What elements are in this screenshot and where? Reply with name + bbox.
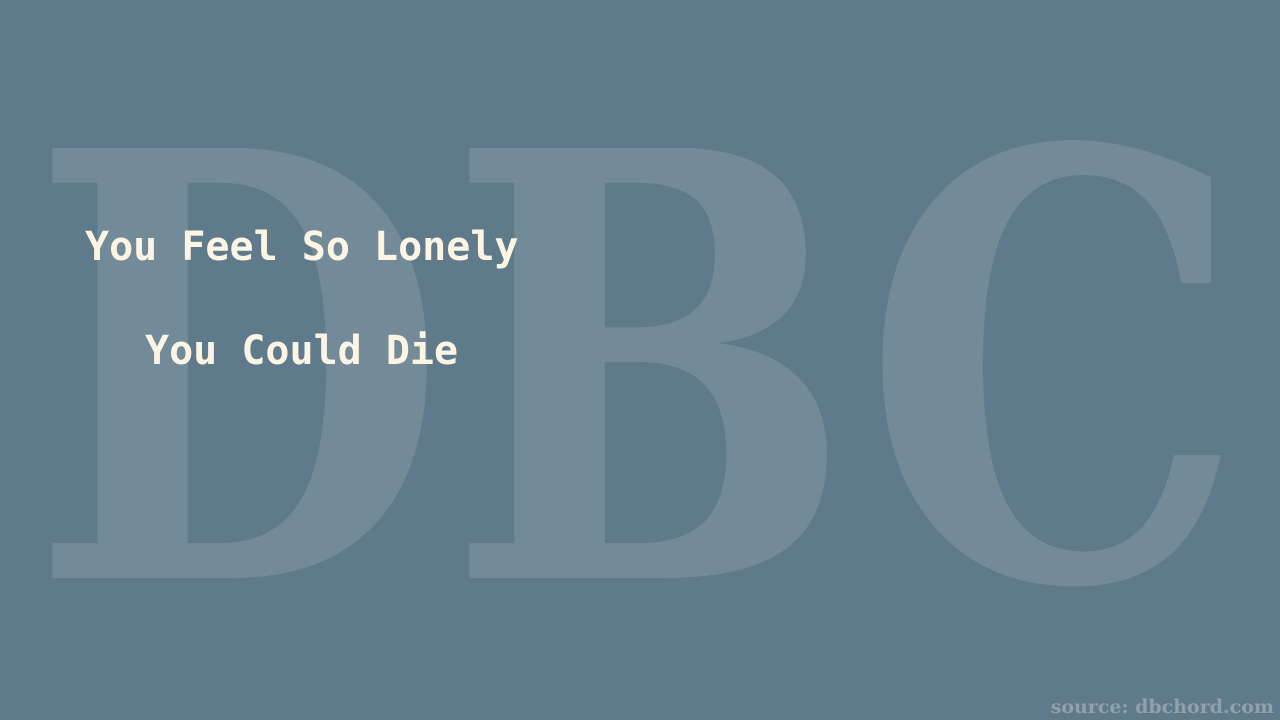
- lyric-line-2: You Could Die: [145, 328, 459, 374]
- lyric-line-1: You Feel So Lonely: [85, 224, 519, 270]
- source-credit: source: dbchord.com: [1050, 696, 1274, 718]
